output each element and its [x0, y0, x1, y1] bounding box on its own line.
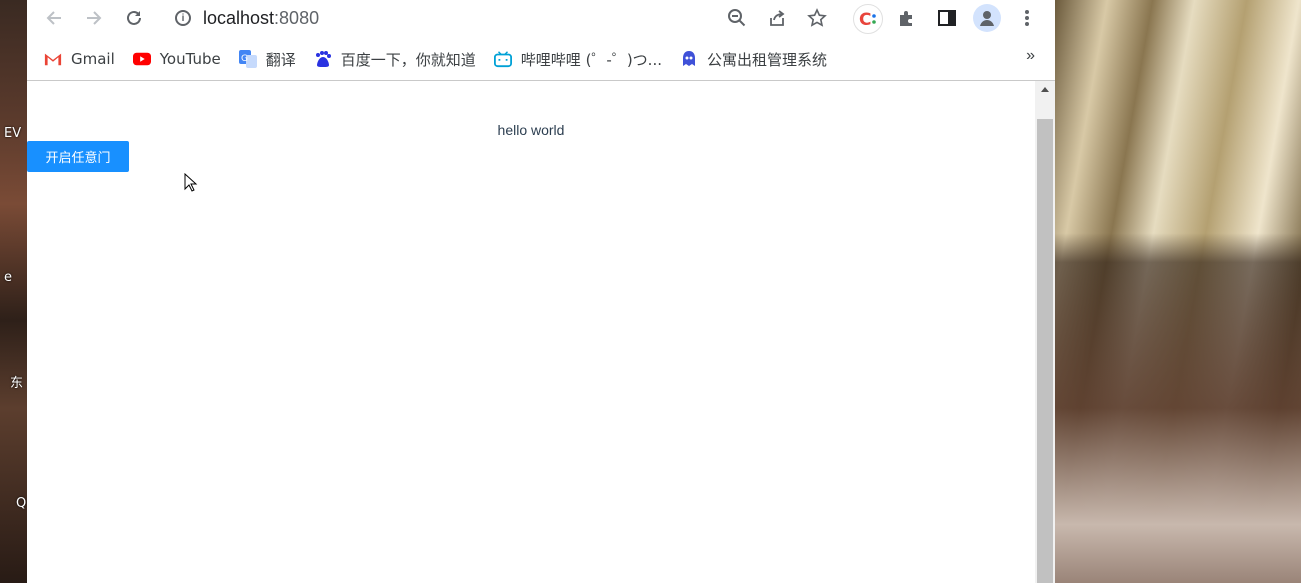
- bookmark-translate[interactable]: G 翻译: [231, 45, 304, 73]
- youtube-icon: [132, 50, 151, 68]
- bookmark-rental-system[interactable]: 公寓出租管理系统: [672, 45, 835, 73]
- svg-text:C: C: [859, 10, 871, 30]
- bookmark-youtube[interactable]: YouTube: [125, 45, 229, 73]
- browser-toolbar: i localhost:8080 C: [27, 0, 1055, 38]
- zoom-icon[interactable]: [725, 6, 749, 30]
- vertical-scrollbar[interactable]: [1035, 81, 1055, 583]
- side-panel-icon[interactable]: [935, 6, 959, 30]
- browser-window: i localhost:8080 C Gmail YouTube G 翻译 百度…: [27, 0, 1055, 583]
- desktop-label: e: [4, 270, 12, 285]
- reload-icon[interactable]: [122, 6, 146, 30]
- bookmark-label: 公寓出租管理系统: [707, 50, 828, 69]
- profile-avatar-icon[interactable]: [973, 4, 1001, 32]
- desktop-label: EV: [4, 126, 22, 141]
- translate-icon: G: [238, 50, 257, 68]
- bookmark-bilibili[interactable]: 哔哩哔哩 (゜-゜)つ...: [486, 45, 670, 73]
- bookmark-baidu[interactable]: 百度一下，你就知道: [306, 45, 484, 73]
- bookmark-gmail[interactable]: Gmail: [36, 45, 123, 73]
- url-port: :8080: [274, 7, 320, 28]
- desktop-wallpaper: [1055, 0, 1301, 583]
- url-host: localhost: [203, 7, 275, 28]
- address-bar[interactable]: i localhost:8080: [167, 4, 727, 32]
- bookmark-label: 百度一下，你就知道: [340, 50, 476, 69]
- bilibili-icon: [493, 50, 512, 68]
- forward-arrow-icon[interactable]: [82, 6, 106, 30]
- bookmark-star-icon[interactable]: [805, 6, 829, 30]
- bookmarks-overflow-button[interactable]: »: [1026, 47, 1035, 65]
- bookmark-label: 翻译: [265, 50, 296, 69]
- page-content: hello world 开启任意门: [27, 81, 1035, 583]
- puzzle-extensions-icon[interactable]: [895, 6, 919, 30]
- mouse-cursor-icon: [184, 172, 198, 198]
- open-portal-button[interactable]: 开启任意门: [27, 141, 129, 172]
- share-icon[interactable]: [765, 6, 789, 30]
- bookmark-label: 哔哩哔哩 (゜-゜)つ...: [520, 50, 662, 69]
- extension-c-icon[interactable]: C: [853, 4, 883, 34]
- desktop-label: 东: [10, 376, 24, 391]
- menu-kebab-icon[interactable]: [1015, 6, 1039, 30]
- desktop-left-strip: EV e 东 Q: [0, 0, 27, 583]
- svg-text:G: G: [241, 54, 248, 64]
- bookmark-label: Gmail: [71, 50, 115, 68]
- gmail-icon: [44, 50, 62, 68]
- desktop-label: Q: [16, 496, 27, 511]
- back-arrow-icon[interactable]: [42, 6, 66, 30]
- app-icon: [680, 50, 698, 68]
- bookmark-label: YouTube: [159, 50, 221, 68]
- site-info-icon[interactable]: i: [175, 10, 191, 26]
- bookmarks-bar: Gmail YouTube G 翻译 百度一下，你就知道 哔哩哔哩 (゜-゜)つ…: [27, 42, 1055, 76]
- scrollbar-thumb[interactable]: [1037, 119, 1053, 583]
- url-text[interactable]: localhost:8080: [203, 8, 319, 29]
- baidu-icon: [314, 50, 332, 68]
- hello-text: hello world: [497, 122, 565, 138]
- scroll-up-arrow-icon[interactable]: [1041, 87, 1049, 92]
